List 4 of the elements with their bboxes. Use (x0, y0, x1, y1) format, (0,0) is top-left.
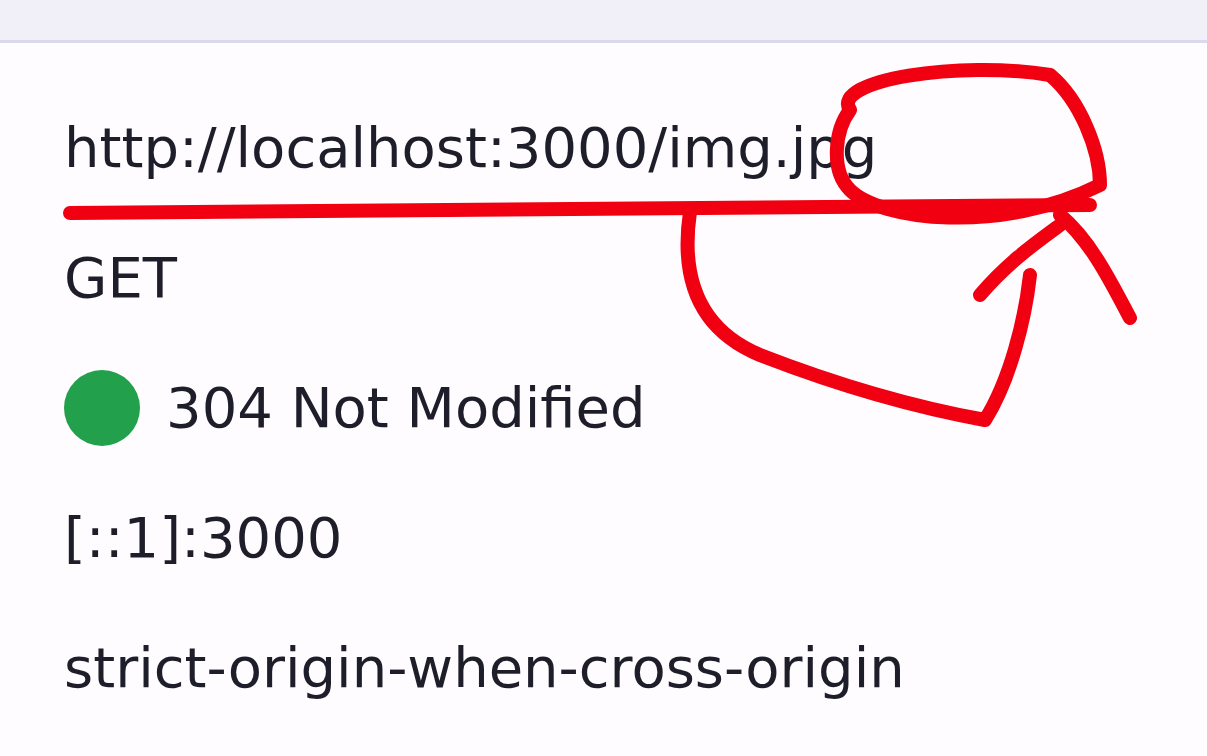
referrer-policy: strict-origin-when-cross-origin (64, 634, 905, 702)
remote-address: [::1]:3000 (64, 504, 343, 572)
status-code: 304 Not Modified (166, 374, 646, 442)
request-method: GET (64, 244, 177, 312)
